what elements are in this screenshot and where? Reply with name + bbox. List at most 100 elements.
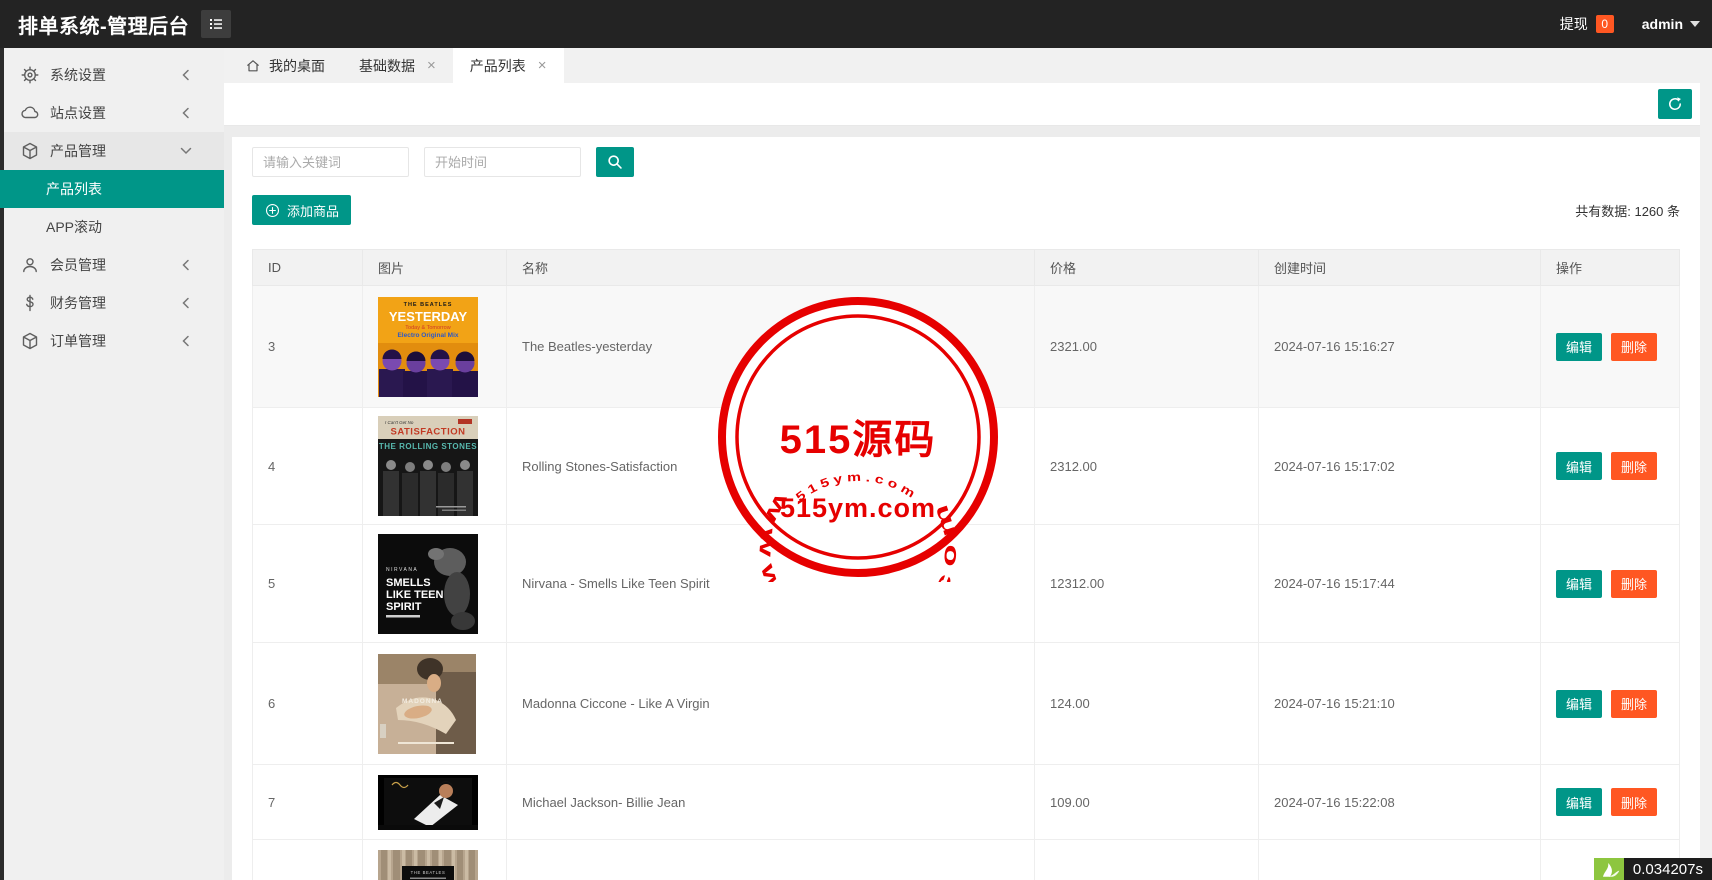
- cell-id: 3: [253, 286, 363, 408]
- cell-created: 2024-07-16 15:17:02: [1259, 408, 1541, 525]
- edit-button[interactable]: 编辑: [1556, 333, 1602, 361]
- main-area: 我的桌面 基础数据 × 产品列表 ×: [224, 48, 1712, 880]
- start-time-input[interactable]: [424, 147, 581, 177]
- sidebar-toggle-button[interactable]: [201, 10, 231, 38]
- delete-button[interactable]: 删除: [1611, 690, 1657, 718]
- dollar-icon: [20, 293, 40, 313]
- edit-button[interactable]: 编辑: [1556, 788, 1602, 816]
- sidebar-item-order-management[interactable]: 订单管理: [0, 322, 224, 360]
- art-text: I Can't Get No: [385, 420, 414, 425]
- withdraw-count-badge[interactable]: 0: [1596, 15, 1614, 33]
- page-render-time: 0.034207s: [1624, 858, 1712, 880]
- edit-button[interactable]: 编辑: [1556, 570, 1602, 598]
- cell-id: [253, 840, 363, 880]
- edit-button[interactable]: 编辑: [1556, 690, 1602, 718]
- keyword-input[interactable]: [252, 147, 409, 177]
- total-count-text: 共有数据: 1260 条: [1575, 201, 1680, 220]
- cell-id: 5: [253, 525, 363, 643]
- table-row: 6 MADONNA: [253, 643, 1680, 765]
- cell-name: [507, 840, 1035, 880]
- close-icon[interactable]: ×: [427, 58, 436, 73]
- search-button[interactable]: [596, 147, 634, 177]
- chevron-left-icon: [176, 293, 196, 313]
- art-text: NIRVANA: [386, 567, 418, 573]
- delete-button[interactable]: 删除: [1611, 452, 1657, 480]
- chevron-down-icon: [1690, 21, 1700, 27]
- column-header-id: ID: [253, 250, 363, 286]
- album-art-beatles-curtain: THE BEATLES: [378, 850, 478, 880]
- cell-id: 4: [253, 408, 363, 525]
- sidebar-subitem-product-list[interactable]: 产品列表: [0, 170, 224, 208]
- table-header-row: ID 图片 名称 价格 创建时间 操作: [253, 250, 1680, 286]
- topbar: 排单系统-管理后台 提现 0 admin: [0, 0, 1712, 48]
- actions-row: 添加商品 共有数据: 1260 条: [252, 195, 1680, 225]
- art-text: Today & Tomorrow: [405, 325, 450, 331]
- sidebar-item-finance-management[interactable]: 财务管理: [0, 284, 224, 322]
- cell-image: I Can't Get No SATISFACTION THE ROLLING …: [363, 408, 507, 525]
- tab-product-list[interactable]: 产品列表 ×: [453, 48, 564, 83]
- tab-basic-data[interactable]: 基础数据 ×: [342, 48, 453, 83]
- cell-name: The Beatles-yesterday: [507, 286, 1035, 408]
- sidebar-subitem-app-scroll[interactable]: APP滚动: [0, 208, 224, 246]
- sidebar-item-member-management[interactable]: 会员管理: [0, 246, 224, 284]
- cell-price: 12312.00: [1035, 525, 1259, 643]
- sidebar-item-system-settings[interactable]: 系统设置: [0, 56, 224, 94]
- delete-button[interactable]: 删除: [1611, 333, 1657, 361]
- table-row: 3: [253, 286, 1680, 408]
- tab-label: 产品列表: [470, 56, 526, 76]
- sidebar-item-label: 订单管理: [50, 331, 176, 351]
- sidebar-item-site-settings[interactable]: 站点设置: [0, 94, 224, 132]
- app-title: 排单系统-管理后台: [0, 10, 201, 39]
- username: admin: [1642, 16, 1683, 32]
- album-art-like-a-virgin: MADONNA: [378, 654, 476, 754]
- cell-created: 2024-07-16 15:17:44: [1259, 525, 1541, 643]
- sidebar-item-label: 站点设置: [50, 103, 176, 123]
- cell-actions: 编辑删除: [1541, 525, 1680, 643]
- column-header-actions: 操作: [1541, 250, 1680, 286]
- user-menu[interactable]: admin: [1642, 16, 1700, 32]
- sidebar-item-label: 系统设置: [50, 65, 176, 85]
- album-art-teen-spirit: NIRVANA SMELLS LIKE TEEN SPIRIT: [378, 534, 478, 634]
- table-row: 7: [253, 765, 1680, 840]
- sidebar-subitem-label: APP滚动: [46, 217, 102, 237]
- cell-actions: 编辑删除: [1541, 643, 1680, 765]
- tab-desktop[interactable]: 我的桌面: [228, 48, 342, 83]
- album-art-satisfaction: I Can't Get No SATISFACTION THE ROLLING …: [378, 416, 478, 516]
- close-icon[interactable]: ×: [538, 58, 547, 73]
- refresh-button[interactable]: [1658, 89, 1692, 119]
- cell-name: Rolling Stones-Satisfaction: [507, 408, 1035, 525]
- withdraw-label[interactable]: 提现: [1560, 14, 1588, 34]
- art-text: SMELLS: [386, 577, 431, 589]
- column-header-created: 创建时间: [1259, 250, 1541, 286]
- sidebar-item-label: 会员管理: [50, 255, 176, 275]
- chevron-left-icon: [176, 103, 196, 123]
- sidebar-item-product-management[interactable]: 产品管理: [0, 132, 224, 170]
- tab-label: 基础数据: [359, 56, 415, 76]
- column-header-image: 图片: [363, 250, 507, 286]
- plus-circle-icon: [264, 202, 281, 219]
- art-text: SATISFACTION: [391, 427, 466, 438]
- sidebar-item-label: 财务管理: [50, 293, 176, 313]
- scrollbar-track[interactable]: [1700, 48, 1712, 880]
- delete-button[interactable]: 删除: [1611, 788, 1657, 816]
- cube-icon: [20, 141, 40, 161]
- cube-icon: [20, 331, 40, 351]
- chevron-left-icon: [176, 65, 196, 85]
- cell-name: Nirvana - Smells Like Teen Spirit: [507, 525, 1035, 643]
- table-row: 4 I Can't Get No SATISFACTION THE ROLLIN…: [253, 408, 1680, 525]
- cell-image: [363, 765, 507, 840]
- chevron-down-icon: [176, 141, 196, 161]
- cell-image: NIRVANA SMELLS LIKE TEEN SPIRIT: [363, 525, 507, 643]
- add-product-button[interactable]: 添加商品: [252, 195, 351, 225]
- trace-badge[interactable]: 0.034207s: [1594, 858, 1712, 880]
- art-text: THE BEATLES: [411, 870, 446, 875]
- delete-button[interactable]: 删除: [1611, 570, 1657, 598]
- cell-image: THE BEATLES YESTERDAY Today & Tomorrow E…: [363, 286, 507, 408]
- edit-button[interactable]: 编辑: [1556, 452, 1602, 480]
- art-text: LIKE TEEN: [386, 589, 444, 601]
- person-icon: [20, 255, 40, 275]
- topbar-right: 提现 0 admin: [1560, 14, 1712, 34]
- art-text: Electro Original Mix: [397, 332, 458, 339]
- sidebar: 系统设置 站点设置 产品管理 产品列表 APP滚动: [0, 48, 224, 880]
- refresh-icon: [1666, 95, 1684, 113]
